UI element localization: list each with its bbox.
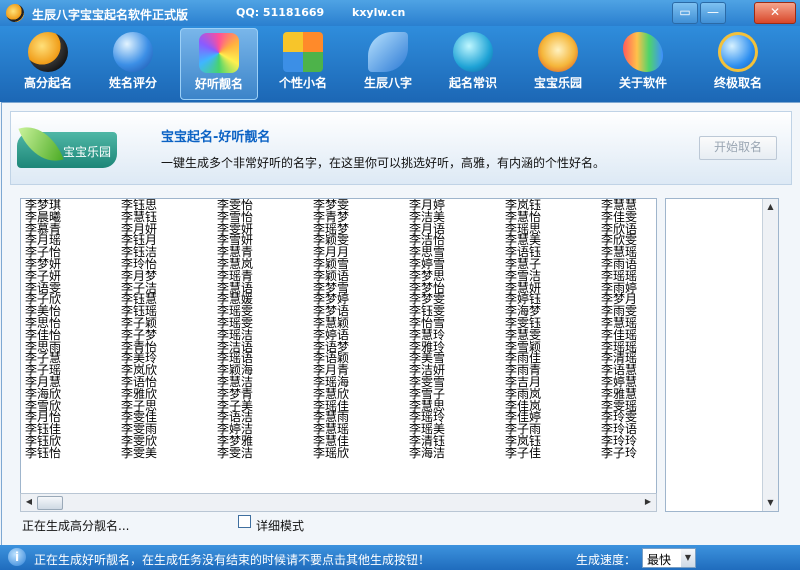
tool-birth-bazi[interactable]: 生辰八字 — [350, 28, 426, 98]
name-results-list[interactable]: 李梦琪 李晨曦 李慕青 李月瑶 李子怡 李梦妍 李子妍 李语雯 李子欣 李美怡 李思怡 李佳怡 李思雨李… — [20, 198, 657, 512]
side-detail-panel[interactable]: ▲ ▼ — [665, 198, 779, 512]
name-item[interactable]: 李钰怡 — [25, 447, 115, 460]
status-bar: i 正在生成好听靓名，在生成任务没有结束的时候请不要点击其他生成按钮！ 生成速度… — [0, 545, 800, 570]
generation-status: 正在生成高分靓名... — [22, 519, 130, 533]
tool-label: 关于软件 — [618, 76, 667, 90]
name-column: 李梦雯 李青梦 李瑶梦 李颖雯 李月月 李颖雪 李颖语 李梦雪 李梦婷 李梦语 李慧颖 李婷语 李语梦李… — [313, 199, 403, 460]
name-column: 李月婷 李洁美 李月语 李洁怡 李思雪 李婷雪 李梦思 李梦怡 李梦雯 李钰雯 李怡雪 李慧玲 李雅玲李… — [409, 199, 499, 460]
tool-personal-nickname[interactable]: 个性小名 — [265, 28, 341, 98]
minimize-button[interactable]: — — [700, 2, 726, 24]
name-column: 李雯怡 李雪怡 李雯妍 李雪妍 李慧青 李慧岚 李瑶青 李慧语 李慧媛 李瑶雯 李瑶雯 李瑶洁 李洁语李… — [217, 199, 307, 460]
tool-label: 姓名评分 — [108, 76, 157, 90]
butterfly-icon — [623, 32, 663, 72]
feature-title: 宝宝起名-好听靓名 — [161, 130, 271, 145]
leaf-icon — [18, 117, 64, 171]
name-item[interactable]: 李雯美 — [121, 447, 211, 460]
baby-park-badge: 宝宝乐园 — [17, 117, 117, 171]
speed-value: 最快 — [647, 553, 672, 567]
tool-ultimate-naming[interactable]: 终极取名 — [700, 28, 776, 98]
menu-button[interactable]: ▭ — [672, 2, 698, 24]
tool-label: 宝宝乐园 — [533, 76, 582, 90]
horizontal-scrollbar[interactable]: ◀ ▶ — [20, 493, 657, 512]
feature-description: 一键生成多个非常好听的名字，在这里你可以挑选好听，高雅，有内涵的个性好名。 — [161, 156, 606, 170]
status-message: 正在生成好听靓名，在生成任务没有结束的时候请不要点击其他生成按钮！ — [34, 553, 431, 567]
mascot-icon — [538, 32, 578, 72]
name-item[interactable]: 李瑶欣 — [313, 447, 403, 460]
windows-logo-icon — [283, 32, 323, 72]
main-panel: 宝宝乐园 宝宝起名-好听靓名 一键生成多个非常好听的名字，在这里你可以挑选好听，… — [1, 102, 800, 546]
start-naming-button[interactable]: 开始取名 — [699, 136, 777, 160]
name-item[interactable]: 李子玲 — [601, 447, 656, 460]
badge-label: 宝宝乐园 — [63, 145, 112, 159]
tool-label: 高分起名 — [23, 76, 72, 90]
name-column: 李慧慧 李佳雯 李欣语 李欣雯 李慧瑶 李雨语 李瑶瑶 李雨婷 李梦月 李雨雯 李慧瑶 李佳瑶 李瑶瑶李… — [601, 199, 656, 460]
tool-name-scoring[interactable]: 姓名评分 — [95, 28, 171, 98]
speed-label: 生成速度： — [576, 553, 637, 567]
bird-icon — [368, 32, 408, 72]
tool-label: 起名常识 — [448, 76, 497, 90]
scroll-down-icon[interactable]: ▼ — [764, 497, 777, 509]
yin-yang-icon — [28, 32, 68, 72]
tool-label: 终极取名 — [713, 76, 762, 90]
speed-select[interactable]: 最快 ▼ — [642, 548, 696, 568]
tool-high-score-naming[interactable]: 高分起名 — [10, 28, 86, 98]
globe-icon — [113, 32, 153, 72]
name-column: 李岚钰 李慧怡 李瑶思 李慧美 李语钰 李慧子 李雪洁 李慧妍 李婷钰 李海梦 李雯钰 李慧雯 李雪颖李… — [505, 199, 595, 460]
name-column: 李梦琪 李晨曦 李慕青 李月瑶 李子怡 李梦妍 李子妍 李语雯 李子欣 李美怡 李思怡 李佳怡 李思雨李… — [25, 199, 115, 460]
tool-nice-names[interactable]: 好听靓名 — [180, 28, 258, 100]
website-text: kxylw.cn — [352, 6, 406, 19]
main-toolbar: 高分起名 姓名评分 好听靓名 个性小名 生辰八字 起名常识 宝宝乐园 关于软件 … — [0, 26, 800, 102]
info-icon: i — [8, 548, 26, 566]
scroll-thumb[interactable] — [37, 496, 63, 510]
tool-label: 生辰八字 — [363, 76, 412, 90]
close-button[interactable]: ✕ — [754, 2, 796, 24]
title-bar: 生辰八字宝宝起名软件正式版 QQ: 51181669 kxylw.cn ▭ — … — [0, 0, 800, 26]
tool-baby-park[interactable]: 宝宝乐园 — [520, 28, 596, 98]
scroll-up-icon[interactable]: ▲ — [764, 201, 777, 213]
ie-globe-icon — [718, 32, 758, 72]
tool-naming-knowledge[interactable]: 起名常识 — [435, 28, 511, 98]
app-logo-icon — [6, 4, 24, 22]
name-item[interactable]: 李子佳 — [505, 447, 595, 460]
detail-mode-label[interactable]: 详细模式 — [256, 517, 304, 534]
tool-label: 好听靓名 — [194, 77, 243, 91]
vertical-scrollbar[interactable]: ▲ ▼ — [762, 199, 778, 511]
detail-mode-checkbox[interactable] — [238, 515, 251, 528]
name-item[interactable]: 李海洁 — [409, 447, 499, 460]
hexagon-cluster-icon — [199, 33, 239, 73]
qq-number: QQ: 51181669 — [236, 6, 325, 19]
feature-banner: 宝宝乐园 宝宝起名-好听靓名 一键生成多个非常好听的名字，在这里你可以挑选好听，… — [10, 111, 792, 185]
tool-about-software[interactable]: 关于软件 — [605, 28, 681, 98]
window-title: 生辰八字宝宝起名软件正式版 — [32, 8, 189, 22]
tool-label: 个性小名 — [278, 76, 327, 90]
scroll-left-icon[interactable]: ◀ — [23, 496, 35, 508]
internet-icon — [453, 32, 493, 72]
chevron-down-icon[interactable]: ▼ — [681, 549, 695, 567]
scroll-right-icon[interactable]: ▶ — [642, 496, 654, 508]
name-column: 李钰思 李慧钰 李月妍 李钰月 李钰洁 李玲怡 李月梦 李子洁 李钰慧 李钰瑶 李子颖 李子梦 李青怡李… — [121, 199, 211, 460]
name-item[interactable]: 李雯洁 — [217, 447, 307, 460]
